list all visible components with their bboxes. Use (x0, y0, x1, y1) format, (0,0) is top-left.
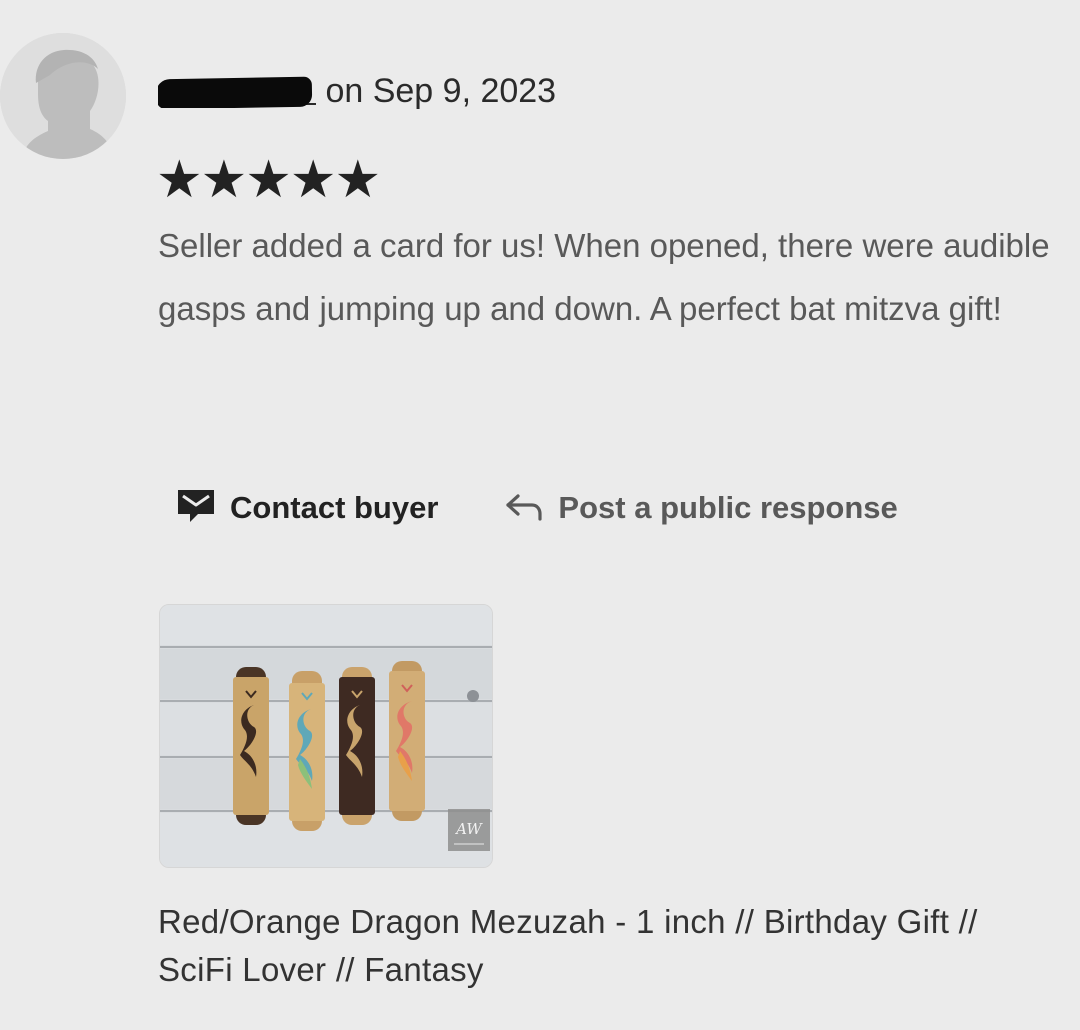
post-public-response-button[interactable]: Post a public response (504, 488, 898, 528)
reviewer-avatar[interactable] (0, 33, 126, 159)
review-actions: Contact buyer Post a public response (176, 480, 898, 536)
listing-title-link[interactable]: Red/Orange Dragon Mezuzah - 1 inch // Bi… (158, 898, 1058, 994)
contact-buyer-button[interactable]: Contact buyer (176, 488, 438, 529)
review-meta: jmmmmm on Sep 9, 2023 (158, 68, 556, 113)
review-date: on Sep 9, 2023 (316, 72, 557, 110)
listing-thumbnail[interactable]: AW (159, 604, 493, 868)
redaction-mark (158, 76, 313, 108)
star-rating: ★★★★★ (156, 151, 381, 209)
post-public-response-label: Post a public response (558, 490, 898, 525)
mail-icon (176, 488, 216, 529)
reply-arrow-icon (504, 490, 544, 527)
default-user-icon (0, 33, 126, 159)
contact-buyer-label: Contact buyer (230, 490, 439, 525)
reviewer-name-link[interactable]: jmmmmm (158, 68, 316, 108)
review-text: Seller added a card for us! When opened,… (158, 227, 1050, 327)
watermark-text: AW (454, 820, 483, 838)
